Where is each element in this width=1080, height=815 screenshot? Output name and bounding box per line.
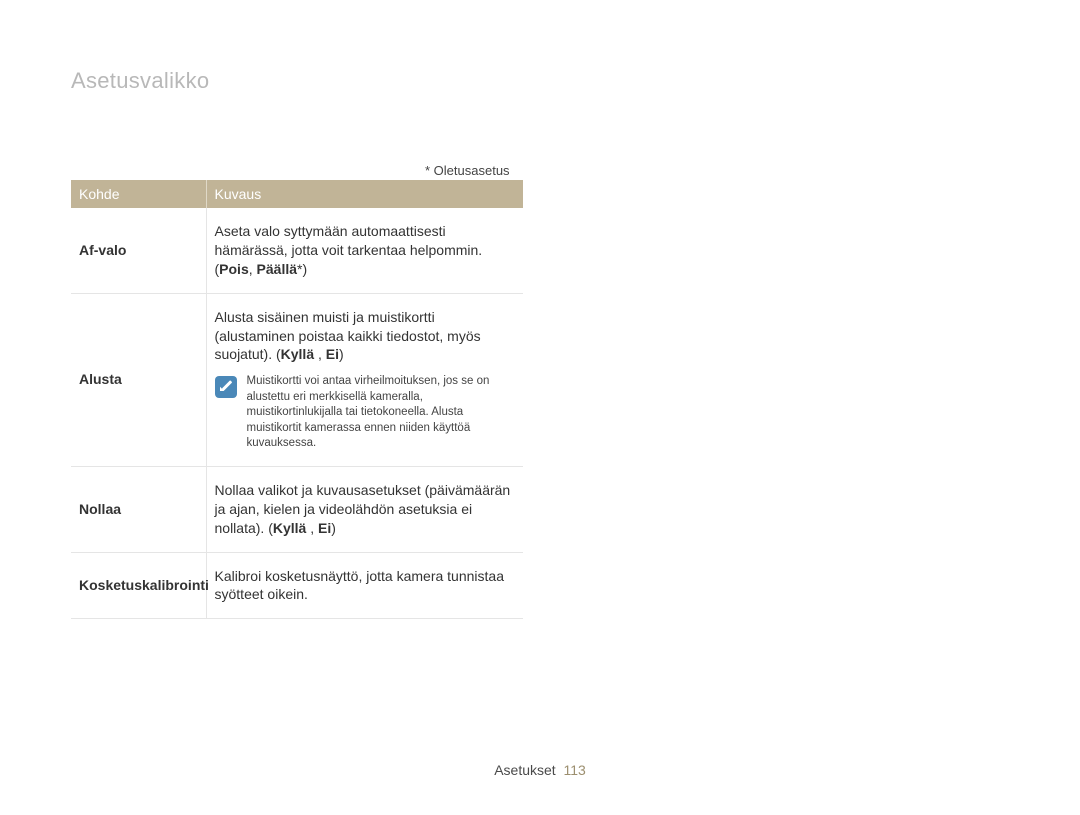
header-cell-kuvaus: Kuvaus (206, 180, 523, 208)
row-desc-alusta: Alusta sisäinen muisti ja muistikortti (… (206, 293, 523, 466)
page-number: 113 (563, 762, 585, 778)
text: ) (302, 261, 307, 277)
text: ) (331, 520, 336, 536)
row-label-kosketus: Kosketuskalibrointi (71, 552, 206, 619)
row-desc-kosketus: Kalibroi kosketusnäyttö, jotta kamera tu… (206, 552, 523, 619)
row-label-alusta: Alusta (71, 293, 206, 466)
header-cell-kohde: Kohde (71, 180, 206, 208)
option-ei: Ei (318, 520, 331, 536)
table-header-row: Kohde Kuvaus (71, 180, 523, 208)
option-kylla: Kyllä (273, 520, 310, 536)
table-row: Nollaa Nollaa valikot ja kuvausasetukset… (71, 466, 523, 552)
text: ) (339, 346, 344, 362)
separator: , (310, 520, 318, 536)
page-footer: Asetukset 113 (0, 762, 1080, 778)
page-title: Asetusvalikko (71, 68, 209, 94)
note-icon (215, 376, 237, 398)
table-row: Kosketuskalibrointi Kalibroi kosketusnäy… (71, 552, 523, 619)
option-pois: Pois (219, 261, 249, 277)
row-label-afvalo: Af-valo (71, 208, 206, 293)
footer-section-label: Asetukset (494, 762, 555, 778)
settings-table: Kohde Kuvaus Af-valo Aseta valo syttymää… (71, 180, 523, 619)
note-text: Muistikortti voi antaa virheilmoituksen,… (247, 374, 512, 452)
row-desc-afvalo: Aseta valo syttymään automaattisesti häm… (206, 208, 523, 293)
separator: , (249, 261, 257, 277)
text: Nollaa valikot ja kuvausasetukset (päivä… (215, 482, 511, 536)
table-row: Af-valo Aseta valo syttymään automaattis… (71, 208, 523, 293)
text: Alusta sisäinen muisti ja muistikortti (… (215, 309, 481, 363)
option-paalla: Päällä (257, 261, 297, 277)
option-ei: Ei (326, 346, 339, 362)
separator: , (318, 346, 326, 362)
option-kylla: Kyllä (281, 346, 318, 362)
row-label-nollaa: Nollaa (71, 466, 206, 552)
row-desc-nollaa: Nollaa valikot ja kuvausasetukset (päivä… (206, 466, 523, 552)
note-box: Muistikortti voi antaa virheilmoituksen,… (215, 374, 516, 452)
table-row: Alusta Alusta sisäinen muisti ja muistik… (71, 293, 523, 466)
default-setting-note: * Oletusasetus (425, 163, 510, 178)
